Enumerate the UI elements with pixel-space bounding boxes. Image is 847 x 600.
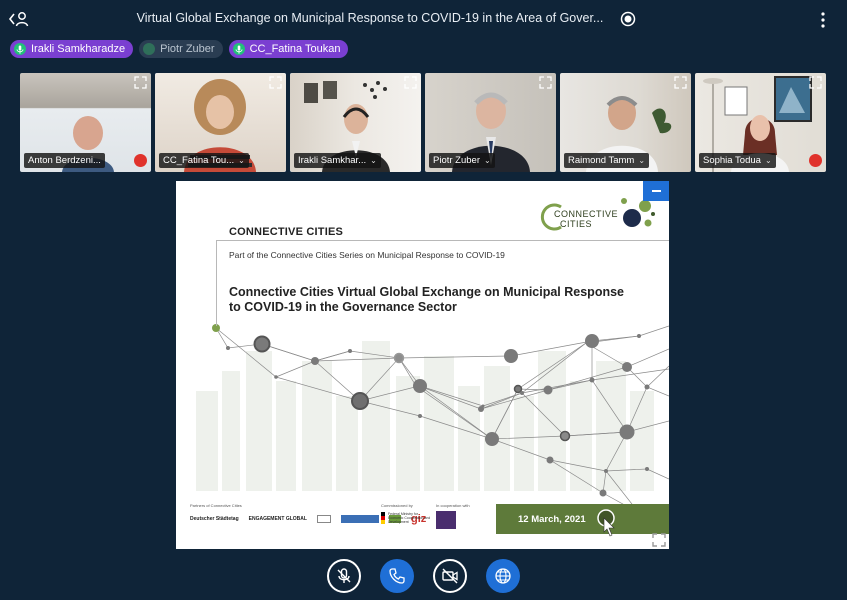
participant-tile[interactable]: Anton Berdzeni... — [20, 73, 151, 172]
slide-heading-line-1: Connective Cities Virtual Global Exchang… — [229, 285, 624, 299]
expand-icon[interactable] — [404, 76, 417, 89]
commissioned-label: Commissioned by — [381, 503, 413, 508]
mic-muted-icon — [809, 154, 822, 167]
speaker-pill: CC_Fatina Toukan — [228, 40, 349, 58]
expand-icon[interactable] — [674, 76, 687, 89]
mic-icon — [232, 43, 245, 55]
mic-icon — [143, 43, 156, 55]
slide-heading: Connective Cities Virtual Global Exchang… — [229, 285, 629, 315]
cooperation-label: In cooperation with — [436, 503, 470, 508]
meeting-controls — [0, 558, 847, 596]
chevron-down-icon[interactable]: ⌄ — [638, 156, 645, 165]
phone-icon — [389, 568, 405, 584]
ministry-name: Federal Ministry for Economic Cooperatio… — [388, 512, 431, 524]
participant-name: Anton Berdzeni... — [28, 155, 101, 166]
participant-tile[interactable]: Piotr Zuber ⌄ — [425, 73, 556, 172]
expand-icon[interactable] — [809, 76, 822, 89]
back-user-icon[interactable] — [8, 10, 30, 28]
logo-line-2: CITIES — [560, 219, 593, 229]
expand-icon[interactable] — [134, 76, 147, 89]
connective-cities-logo: CONNECTIVE CITIES — [554, 209, 618, 229]
speaker-name: CC_Fatina Toukan — [249, 43, 341, 55]
leave-call-button[interactable] — [380, 559, 414, 593]
record-icon[interactable] — [620, 11, 636, 27]
partner-logo: Deutscher Städtetag — [190, 516, 239, 522]
slide-heading-line-2: to COVID-19 in the Governance Sector — [229, 300, 457, 314]
participant-name-tag: Irakli Samkhar... ⌄ — [294, 153, 381, 168]
logo-line-1: CONNECTIVE — [554, 209, 619, 219]
slide-date: 12 March, 2021 — [518, 513, 586, 525]
cooperation-logo — [436, 511, 456, 529]
slide-brand: CONNECTIVE CITIES — [229, 226, 344, 238]
participant-name-tag: Anton Berdzeni... — [24, 153, 105, 168]
divider — [216, 240, 217, 326]
participant-name: CC_Fatina Tou... — [163, 155, 235, 166]
participant-name-tag: Raimond Tamm ⌄ — [564, 153, 650, 168]
participant-tile[interactable]: Irakli Samkhar... ⌄ — [290, 73, 421, 172]
participant-name-tag: Sophia Todua ⌄ — [699, 153, 776, 168]
speaker-name: Irakli Samkharadze — [31, 43, 126, 55]
minimize-share-button[interactable] — [643, 181, 669, 201]
minus-icon — [651, 190, 661, 192]
german-flag-icon — [381, 512, 385, 524]
partner-logo: ENGAGEMENT GLOBAL — [248, 516, 307, 522]
video-button[interactable] — [433, 559, 467, 593]
chevron-down-icon[interactable]: ⌄ — [370, 156, 377, 165]
fullscreen-icon[interactable] — [652, 533, 666, 547]
partner-logo — [316, 515, 331, 523]
participant-name: Raimond Tamm — [568, 155, 635, 166]
slide-date-box: 12 March, 2021 — [496, 504, 669, 534]
top-bar: Virtual Global Exchange on Municipal Res… — [0, 0, 847, 38]
mute-button[interactable] — [327, 559, 361, 593]
mic-muted-icon — [134, 154, 147, 167]
slide-series-text: Part of the Connective Cities Series on … — [229, 250, 505, 260]
participant-name-tag: Piotr Zuber ⌄ — [429, 153, 495, 168]
meeting-title: Virtual Global Exchange on Municipal Res… — [136, 11, 604, 25]
mic-icon — [14, 43, 26, 55]
chevron-down-icon[interactable]: ⌄ — [484, 156, 491, 165]
video-off-icon — [442, 568, 458, 584]
shared-presentation: CONNECTIVE CITIES CONNECTIVE CITIES Part… — [176, 181, 669, 549]
participant-name: Piotr Zuber — [433, 155, 480, 166]
mic-off-icon — [337, 568, 351, 583]
more-options-icon[interactable] — [818, 11, 828, 29]
speaker-name: Piotr Zuber — [160, 43, 215, 55]
participant-video-strip: Anton Berdzeni... CC_Fatina Tou... ⌄ Irak… — [20, 73, 827, 173]
talking-indicators: Irakli Samkharadze Piotr Zuber CC_Fatina… — [10, 40, 349, 58]
participant-tile[interactable]: CC_Fatina Tou... ⌄ — [155, 73, 286, 172]
pointer-hand-icon — [597, 509, 615, 537]
participant-tile[interactable]: Raimond Tamm ⌄ — [560, 73, 691, 172]
chevron-down-icon[interactable]: ⌄ — [238, 156, 245, 165]
participant-name: Sophia Todua — [703, 155, 761, 166]
chevron-down-icon[interactable]: ⌄ — [765, 156, 772, 165]
cooperation-section: In cooperation with — [436, 503, 470, 529]
expand-icon[interactable] — [539, 76, 552, 89]
speaker-pill: Irakli Samkharadze — [10, 40, 134, 58]
globe-icon — [495, 568, 511, 584]
participant-name: Irakli Samkhar... — [298, 155, 367, 166]
participant-tile[interactable]: Sophia Todua ⌄ — [695, 73, 826, 172]
commissioned-section: Commissioned by Federal Ministry for Eco… — [381, 503, 433, 524]
divider — [216, 240, 669, 241]
speaker-pill: Piotr Zuber — [139, 40, 223, 58]
partner-logo — [340, 515, 379, 523]
participant-name-tag: CC_Fatina Tou... ⌄ — [159, 153, 249, 168]
expand-icon[interactable] — [269, 76, 282, 89]
language-button[interactable] — [486, 559, 520, 593]
